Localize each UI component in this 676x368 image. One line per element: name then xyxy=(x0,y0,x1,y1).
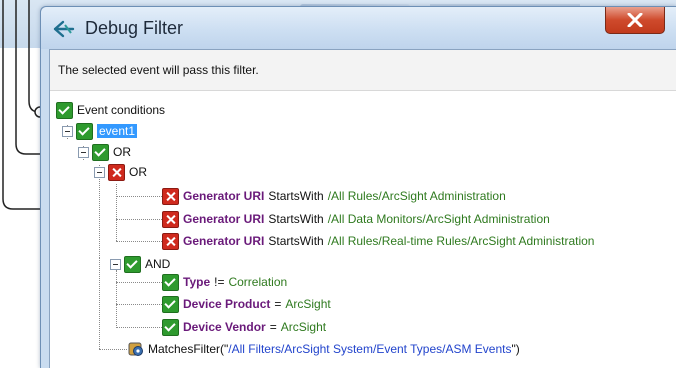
window-title: Debug Filter xyxy=(85,18,184,38)
description-text: The selected event will pass this filter… xyxy=(58,63,259,77)
close-button[interactable] xyxy=(605,7,665,34)
fail-checkbox[interactable] xyxy=(108,163,125,181)
condition-field: Type xyxy=(183,275,211,289)
matches-filter-node[interactable]: MatchesFilter(" /All Filters/ArcSight Sy… xyxy=(128,340,520,358)
title-bar[interactable]: Debug Filter xyxy=(41,7,676,49)
pass-checkbox[interactable] xyxy=(162,273,179,291)
condition-operator: = xyxy=(274,297,282,311)
pass-checkbox[interactable] xyxy=(162,295,179,313)
condition-operator: StartsWith xyxy=(268,234,324,248)
tree-connector xyxy=(116,282,162,283)
condition-row[interactable]: Generator URI StartsWith /All Rules/Real… xyxy=(162,232,594,250)
tree-node-event1[interactable]: event1 xyxy=(62,122,138,140)
tree-connector xyxy=(99,258,100,349)
collapse-toggle[interactable] xyxy=(78,146,89,158)
condition-field: Device Vendor xyxy=(183,320,266,334)
condition-field: Generator URI xyxy=(183,212,265,226)
collapse-toggle[interactable] xyxy=(62,125,73,137)
condition-row[interactable]: Type != Correlation xyxy=(162,273,287,291)
node-label: Event conditions xyxy=(77,103,166,117)
tree-connector xyxy=(116,196,162,197)
condition-value: ArcSight xyxy=(285,297,331,311)
filter-gear-icon xyxy=(128,342,143,356)
description-bar: The selected event will pass this filter… xyxy=(50,50,676,91)
condition-operator: = xyxy=(269,320,277,334)
dialog-content: The selected event will pass this filter… xyxy=(49,49,676,368)
node-label: OR xyxy=(113,145,131,159)
pass-checkbox[interactable] xyxy=(76,122,93,140)
collapse-toggle[interactable] xyxy=(94,166,105,178)
tree-connector xyxy=(116,219,162,220)
condition-value: /All Data Monitors/ArcSight Administrati… xyxy=(327,212,550,226)
tree-node-or[interactable]: OR xyxy=(78,143,131,161)
condition-operator: StartsWith xyxy=(268,212,324,226)
matches-filter-open: MatchesFilter(" xyxy=(148,342,229,356)
node-label: event1 xyxy=(97,124,138,138)
pass-checkbox[interactable] xyxy=(124,255,141,273)
condition-field: Device Product xyxy=(183,297,271,311)
condition-row[interactable]: Device Vendor = ArcSight xyxy=(162,318,326,336)
condition-row[interactable]: Generator URI StartsWith /All Rules/ArcS… xyxy=(162,187,506,205)
condition-field: Generator URI xyxy=(183,189,265,203)
debug-filter-icon xyxy=(53,20,75,38)
fail-checkbox[interactable] xyxy=(162,210,179,228)
collapse-toggle[interactable] xyxy=(110,258,121,270)
condition-operator: StartsWith xyxy=(268,189,324,203)
tree-connector xyxy=(99,349,127,350)
condition-value: Correlation xyxy=(228,275,288,289)
tree-connector xyxy=(116,327,162,328)
matches-filter-path: /All Filters/ArcSight System/Event Types… xyxy=(228,342,512,356)
close-icon xyxy=(627,13,643,27)
condition-operator: != xyxy=(214,275,225,289)
pass-checkbox[interactable] xyxy=(162,318,179,336)
tree-connector xyxy=(116,304,162,305)
tree-connector xyxy=(116,270,117,328)
condition-row[interactable]: Generator URI StartsWith /All Data Monit… xyxy=(162,210,550,228)
condition-value: ArcSight xyxy=(280,320,327,334)
condition-value: /All Rules/Real-time Rules/ArcSight Admi… xyxy=(327,234,595,248)
tree-connector xyxy=(116,184,117,241)
tree-node-event-conditions[interactable]: Event conditions xyxy=(56,101,165,119)
condition-row[interactable]: Device Product = ArcSight xyxy=(162,295,331,313)
pass-checkbox[interactable] xyxy=(92,143,109,161)
tree-connector xyxy=(116,241,162,242)
fail-checkbox[interactable] xyxy=(162,187,179,205)
node-label: AND xyxy=(145,257,171,271)
debug-filter-dialog: Debug Filter The selected event will pas… xyxy=(40,6,676,368)
tree-node-inner-or[interactable]: OR xyxy=(94,163,147,181)
condition-field: Generator URI xyxy=(183,234,265,248)
fail-checkbox[interactable] xyxy=(162,232,179,250)
tree-node-and[interactable]: AND xyxy=(110,255,170,273)
pass-checkbox[interactable] xyxy=(56,101,73,119)
node-label: OR xyxy=(129,165,147,179)
matches-filter-close: ") xyxy=(511,342,520,356)
condition-value: /All Rules/ArcSight Administration xyxy=(327,189,506,203)
